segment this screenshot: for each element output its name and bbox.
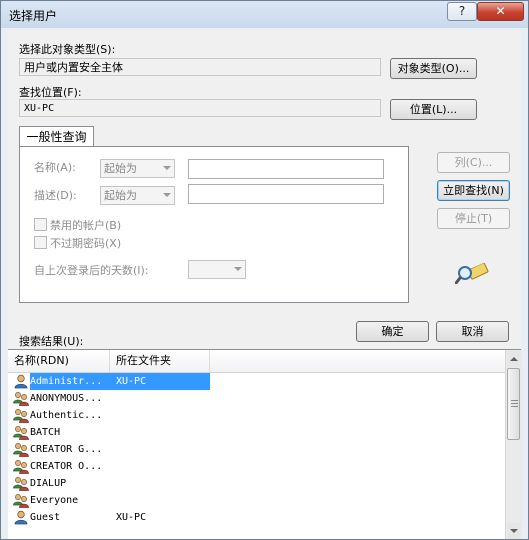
- common-queries-panel: 名称(A): 起始为 描述(D): 起始为 禁用的帐户(B) 不过期密码(X) …: [19, 146, 409, 303]
- row-name: DIALUP: [30, 478, 67, 489]
- disabled-accounts-label: 禁用的帐户(B): [50, 219, 122, 232]
- stop-button[interactable]: 停止(T): [437, 208, 510, 229]
- row-name: BATCH: [30, 427, 61, 438]
- group-icon: [13, 476, 29, 491]
- table-row[interactable]: ANONYMOUS...: [8, 390, 505, 407]
- row-name: CREATOR G...: [30, 444, 103, 455]
- chevron-down-icon: [163, 166, 171, 170]
- title-bar[interactable]: 选择用户 ? ✕: [1, 1, 528, 28]
- search-results-list[interactable]: 名称(RDN) 所在文件夹 Administr... XU-PC ANONYMOUS…: [8, 349, 522, 539]
- ok-button[interactable]: 确定: [356, 321, 429, 342]
- group-icon: [13, 408, 29, 423]
- search-results-label: 搜索结果(U):: [19, 335, 84, 348]
- row-name: Everyone: [30, 495, 79, 506]
- days-since-logon-select[interactable]: [188, 260, 246, 279]
- select-users-dialog: 选择用户 ? ✕ 选择此对象类型(S): 用户或内置安全主体 对象类型(O)..…: [0, 0, 529, 540]
- table-row[interactable]: CREATOR O...: [8, 458, 505, 475]
- tab-common-queries[interactable]: 一般性查询: [19, 126, 94, 147]
- columns-button[interactable]: 列(C)...: [437, 152, 510, 173]
- object-type-field: 用户或内置安全主体: [19, 58, 381, 76]
- table-row[interactable]: Guest XU-PC: [8, 509, 505, 526]
- vertical-scrollbar[interactable]: [505, 350, 522, 539]
- non-expiring-password-label: 不过期密码(X): [50, 237, 122, 250]
- results-rows: Administr... XU-PC ANONYMOUS... Authentic..…: [8, 373, 505, 526]
- group-icon: [13, 442, 29, 457]
- row-folder: XU-PC: [116, 512, 147, 523]
- help-button[interactable]: ?: [447, 2, 477, 21]
- table-row[interactable]: Administr... XU-PC: [8, 373, 505, 390]
- scroll-up-icon[interactable]: [507, 351, 521, 367]
- dialog-body: 选择此对象类型(S): 用户或内置安全主体 对象类型(O)... 查找位置(F)…: [8, 29, 522, 539]
- search-icon: [455, 261, 489, 284]
- object-types-button[interactable]: 对象类型(O)...: [390, 58, 477, 79]
- row-name: Administr...: [30, 376, 103, 387]
- chevron-down-icon: [234, 267, 242, 271]
- name-match-select[interactable]: 起始为: [100, 159, 175, 178]
- window-title: 选择用户: [9, 9, 58, 23]
- name-label: 名称(A):: [34, 161, 76, 174]
- table-row[interactable]: BATCH: [8, 424, 505, 441]
- table-row[interactable]: Everyone: [8, 492, 505, 509]
- user-icon: [13, 374, 29, 389]
- group-icon: [13, 493, 29, 508]
- location-label: 查找位置(F):: [19, 86, 82, 99]
- table-row[interactable]: CREATOR G...: [8, 441, 505, 458]
- description-match-select[interactable]: 起始为: [100, 186, 175, 205]
- days-since-logon-label: 自上次登录后的天数(I):: [34, 264, 149, 277]
- row-name: Guest: [30, 512, 61, 523]
- group-icon: [13, 459, 29, 474]
- chevron-down-icon: [163, 193, 171, 197]
- column-header-folder[interactable]: 所在文件夹: [110, 350, 210, 372]
- object-type-label: 选择此对象类型(S):: [19, 43, 116, 56]
- scroll-thumb[interactable]: [507, 368, 520, 440]
- description-match-value: 起始为: [104, 189, 137, 202]
- cancel-button[interactable]: 取消: [436, 321, 509, 342]
- disabled-accounts-checkbox[interactable]: [34, 218, 47, 231]
- table-row[interactable]: DIALUP: [8, 475, 505, 492]
- user-icon: [13, 510, 29, 525]
- locations-button[interactable]: 位置(L)...: [390, 99, 477, 120]
- column-header-name[interactable]: 名称(RDN): [8, 350, 110, 372]
- row-name: Authentic...: [30, 410, 103, 421]
- close-button[interactable]: ✕: [477, 2, 524, 21]
- name-input[interactable]: [188, 159, 384, 179]
- row-name: ANONYMOUS...: [30, 393, 103, 404]
- find-now-button[interactable]: 立即查找(N): [437, 180, 510, 201]
- name-match-value: 起始为: [104, 162, 137, 175]
- group-icon: [13, 425, 29, 440]
- description-input[interactable]: [188, 184, 384, 204]
- group-icon: [13, 391, 29, 406]
- results-header: 名称(RDN) 所在文件夹: [8, 350, 505, 373]
- scroll-down-icon[interactable]: [507, 523, 521, 539]
- location-field: XU-PC: [19, 99, 381, 117]
- description-label: 描述(D):: [34, 189, 77, 202]
- row-folder: XU-PC: [116, 376, 147, 387]
- table-row[interactable]: Authentic...: [8, 407, 505, 424]
- row-name: CREATOR O...: [30, 461, 103, 472]
- non-expiring-password-checkbox[interactable]: [34, 236, 47, 249]
